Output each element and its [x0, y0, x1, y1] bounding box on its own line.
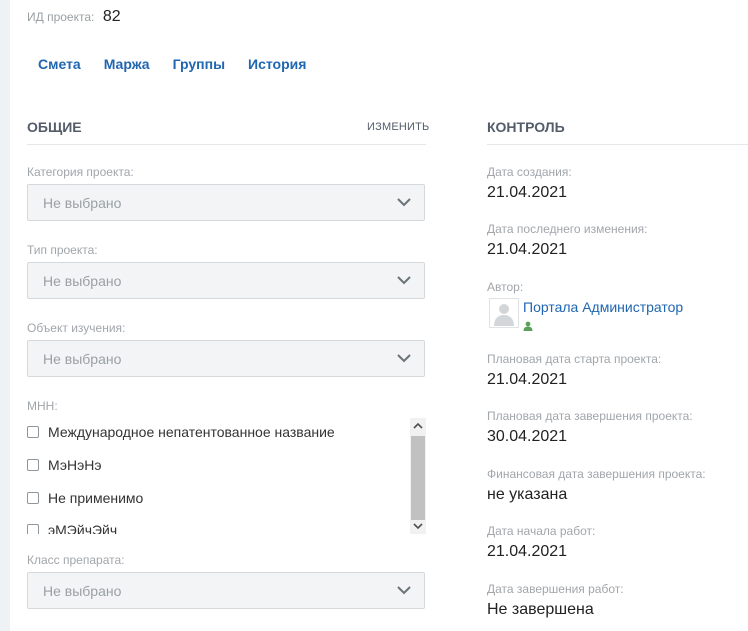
- mnn-option[interactable]: эМЭйчЭйч: [27, 522, 117, 534]
- scrollbar-thumb[interactable]: [411, 436, 425, 520]
- chevron-down-icon: [397, 586, 411, 595]
- left-gutter: [0, 0, 10, 631]
- financial-end-value: не указана: [487, 486, 568, 503]
- mnn-option[interactable]: Международное непатентованное название: [27, 424, 335, 440]
- scroll-down-icon[interactable]: [413, 521, 423, 531]
- drug-class-select[interactable]: Не выбрано: [27, 572, 425, 609]
- mnn-option-label: эМЭйчЭйч: [48, 522, 118, 534]
- work-start-value: 21.04.2021: [487, 543, 568, 560]
- mnn-option[interactable]: МэНэНэ: [27, 457, 101, 473]
- project-type-label: Тип проекта:: [27, 243, 98, 257]
- checkbox[interactable]: [27, 459, 39, 471]
- mnn-scrollbar[interactable]: [410, 418, 426, 534]
- project-id: ИД проекта: 82: [27, 8, 121, 26]
- general-section-title: ОБЩИЕ: [27, 119, 82, 135]
- mnn-checklist: Международное непатентованное название М…: [27, 418, 425, 534]
- planned-start-label: Плановая дата старта проекта:: [487, 352, 662, 366]
- mnn-label: МНН:: [27, 399, 58, 413]
- project-category-label: Категория проекта:: [27, 165, 134, 179]
- planned-end-label: Плановая дата завершения проекта:: [487, 409, 693, 423]
- chevron-down-icon: [397, 354, 411, 363]
- tab-history[interactable]: История: [248, 56, 306, 72]
- project-type-value: Не выбрано: [43, 273, 122, 289]
- drug-class-label: Класс препарата:: [27, 553, 125, 567]
- financial-end-label: Финансовая дата завершения проекта:: [487, 467, 706, 481]
- project-type-select[interactable]: Не выбрано: [27, 262, 425, 299]
- project-tabs: Смета Маржа Группы История: [38, 56, 329, 72]
- created-date-label: Дата создания:: [487, 165, 572, 179]
- tab-margin[interactable]: Маржа: [104, 56, 150, 72]
- tab-groups[interactable]: Группы: [173, 56, 225, 72]
- checkbox[interactable]: [27, 492, 39, 504]
- edit-button[interactable]: ИЗМЕНИТЬ: [367, 121, 429, 133]
- mnn-option-label: Не применимо: [48, 490, 144, 506]
- user-silhouette-icon: [494, 304, 514, 326]
- created-date-value: 21.04.2021: [487, 184, 568, 201]
- project-id-value: 82: [102, 8, 121, 25]
- drug-class-value: Не выбрано: [43, 583, 122, 599]
- author-link[interactable]: Портала Администратор: [523, 299, 683, 315]
- modified-date-value: 21.04.2021: [487, 241, 568, 258]
- project-category-select[interactable]: Не выбрано: [27, 184, 425, 221]
- chevron-down-icon: [397, 198, 411, 207]
- work-start-label: Дата начала работ:: [487, 524, 596, 538]
- author-label: Автор:: [487, 280, 524, 294]
- work-end-label: Дата завершения работ:: [487, 582, 624, 596]
- user-avatar-icon[interactable]: [489, 298, 519, 328]
- study-object-label: Объект изучения:: [27, 321, 126, 335]
- study-object-select[interactable]: Не выбрано: [27, 340, 425, 377]
- control-divider: [487, 144, 748, 145]
- planned-end-value: 30.04.2021: [487, 428, 568, 445]
- chevron-down-icon: [397, 276, 411, 285]
- general-divider: [27, 144, 426, 145]
- project-category-value: Не выбрано: [43, 195, 122, 211]
- planned-start-value: 21.04.2021: [487, 371, 568, 388]
- project-id-label: ИД проекта:: [27, 10, 95, 24]
- mnn-option-label: МэНэНэ: [48, 457, 102, 473]
- checkbox[interactable]: [27, 524, 39, 534]
- study-object-value: Не выбрано: [43, 351, 122, 367]
- mnn-option-label: Международное непатентованное название: [48, 424, 335, 440]
- user-badge-icon: [523, 321, 533, 331]
- checkbox[interactable]: [27, 426, 39, 438]
- tab-estimate[interactable]: Смета: [38, 56, 81, 72]
- work-end-value: Не завершена: [487, 601, 594, 618]
- modified-date-label: Дата последнего изменения:: [487, 222, 648, 236]
- control-section-title: КОНТРОЛЬ: [487, 119, 565, 135]
- scroll-up-icon[interactable]: [413, 421, 423, 431]
- mnn-option[interactable]: Не применимо: [27, 490, 143, 506]
